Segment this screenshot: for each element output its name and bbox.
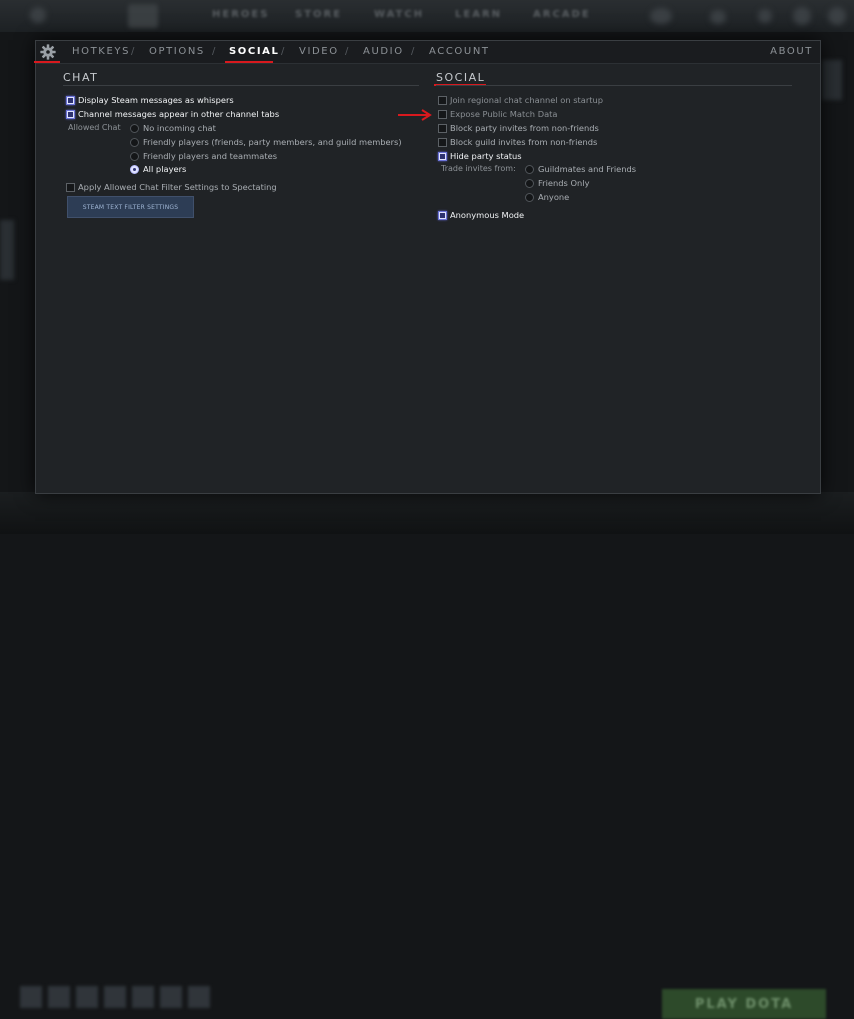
side-panel-right xyxy=(822,60,842,100)
checkbox-box[interactable] xyxy=(438,95,447,105)
social-section-title: SOCIAL xyxy=(436,71,486,84)
play-dota-button: PLAY DOTA xyxy=(662,989,826,1019)
side-panel-left xyxy=(0,220,14,280)
radio-dot[interactable] xyxy=(130,164,139,174)
chat-divider xyxy=(63,85,419,86)
radio-friendly-and-teammates[interactable]: Friendly players and teammates xyxy=(130,151,277,161)
checkbox-box[interactable] xyxy=(438,137,447,147)
steam-text-filter-button[interactable]: STEAM TEXT FILTER SETTINGS xyxy=(67,196,194,218)
tab-social[interactable]: SOCIAL xyxy=(229,46,279,57)
checkbox-label: Display Steam messages as whispers xyxy=(78,95,234,105)
radio-no-incoming-chat[interactable]: No incoming chat xyxy=(130,123,216,133)
checkbox-label: Apply Allowed Chat Filter Settings to Sp… xyxy=(78,182,277,192)
checkbox-box[interactable] xyxy=(438,210,447,220)
gear-underline-marker xyxy=(34,61,60,63)
tab-separator: / xyxy=(345,46,349,57)
radio-trade-friends-only[interactable]: Friends Only xyxy=(525,178,589,188)
settings-dialog: HOTKEYS / OPTIONS / SOCIAL / VIDEO / AUD… xyxy=(34,40,821,494)
join-regional-chat-checkbox[interactable]: Join regional chat channel on startup xyxy=(438,95,603,105)
nav-learn: LEARN xyxy=(455,9,503,20)
trade-invites-label: Trade invites from: xyxy=(441,164,516,173)
checkbox-label: Hide party status xyxy=(450,151,522,161)
checkbox-label: Anonymous Mode xyxy=(450,210,525,220)
radio-label: No incoming chat xyxy=(143,123,216,133)
social-divider xyxy=(436,85,792,86)
tab-separator: / xyxy=(131,46,135,57)
tab-separator: / xyxy=(212,46,216,57)
nav-arcade: ARCADE xyxy=(533,9,591,20)
radio-dot[interactable] xyxy=(525,178,534,188)
hide-party-status-checkbox[interactable]: Hide party status xyxy=(438,151,522,161)
block-guild-invites-checkbox[interactable]: Block guild invites from non-friends xyxy=(438,137,597,147)
radio-dot[interactable] xyxy=(130,137,139,147)
checkbox-label: Block party invites from non-friends xyxy=(450,123,599,133)
tab-hotkeys[interactable]: HOTKEYS xyxy=(72,46,130,57)
nav-heroes: HEROES xyxy=(212,9,270,20)
nav-store: STORE xyxy=(295,9,343,20)
radio-label: Guildmates and Friends xyxy=(538,164,637,174)
radio-dot[interactable] xyxy=(130,123,139,133)
tab-options[interactable]: OPTIONS xyxy=(149,46,205,57)
radio-label: Friendly players and teammates xyxy=(143,151,278,161)
radio-label: Friendly players (friends, party members… xyxy=(143,137,402,147)
party-slots xyxy=(20,986,210,1008)
chat-section-title: CHAT xyxy=(63,71,99,84)
tab-video[interactable]: VIDEO xyxy=(299,46,339,57)
tab-audio[interactable]: AUDIO xyxy=(363,46,404,57)
main-menu-bar: HEROES STORE WATCH LEARN ARCADE xyxy=(0,0,854,32)
dota-logo xyxy=(128,4,158,28)
anonymous-mode-checkbox[interactable]: Anonymous Mode xyxy=(438,210,524,220)
checkbox-label: Expose Public Match Data xyxy=(450,109,558,119)
settings-tab-bar: HOTKEYS / OPTIONS / SOCIAL / VIDEO / AUD… xyxy=(34,41,820,64)
profile-icon xyxy=(650,8,672,24)
social-tab-underline-marker xyxy=(225,61,273,63)
checkbox-box[interactable] xyxy=(438,151,447,161)
block-party-invites-checkbox[interactable]: Block party invites from non-friends xyxy=(438,123,599,133)
radio-label: Anyone xyxy=(538,192,570,202)
bottom-bar: PLAY DOTA xyxy=(0,492,854,1019)
nav-watch: WATCH xyxy=(374,9,425,20)
radio-friendly-players[interactable]: Friendly players (friends, party members… xyxy=(130,137,402,147)
checkbox-label: Block guild invites from non-friends xyxy=(450,137,598,147)
tab-account[interactable]: ACCOUNT xyxy=(429,46,490,57)
checkbox-label: Join regional chat channel on startup xyxy=(450,95,604,105)
tab-separator: / xyxy=(411,46,415,57)
radio-trade-guildmates-friends[interactable]: Guildmates and Friends xyxy=(525,164,636,174)
red-arrow-annotation xyxy=(398,109,432,121)
checkbox-label: Channel messages appear in other channel… xyxy=(78,109,280,119)
allowed-chat-label: Allowed Chat xyxy=(68,123,121,132)
checkbox-box[interactable] xyxy=(438,109,447,119)
radio-dot[interactable] xyxy=(525,192,534,202)
news-icon xyxy=(758,9,772,23)
settings-icon xyxy=(793,7,811,25)
checkbox-box[interactable] xyxy=(66,95,75,105)
radio-all-players[interactable]: All players xyxy=(130,164,186,174)
checkbox-box[interactable] xyxy=(66,109,75,119)
spectating-filter-checkbox[interactable]: Apply Allowed Chat Filter Settings to Sp… xyxy=(66,182,277,192)
radio-dot[interactable] xyxy=(525,164,534,174)
channel-tabs-checkbox[interactable]: Channel messages appear in other channel… xyxy=(66,109,279,119)
checkbox-box[interactable] xyxy=(438,123,447,133)
expose-public-match-data-checkbox[interactable]: Expose Public Match Data xyxy=(438,109,558,119)
gear-icon[interactable] xyxy=(39,43,57,61)
radio-label: All players xyxy=(143,164,187,174)
home-icon xyxy=(30,7,46,23)
about-link[interactable]: ABOUT xyxy=(770,46,813,57)
checkbox-box[interactable] xyxy=(66,182,75,192)
radio-trade-anyone[interactable]: Anyone xyxy=(525,192,569,202)
power-icon xyxy=(828,7,846,25)
display-whispers-checkbox[interactable]: Display Steam messages as whispers xyxy=(66,95,234,105)
tab-separator: / xyxy=(281,46,285,57)
friends-icon xyxy=(710,10,726,24)
radio-label: Friends Only xyxy=(538,178,590,188)
radio-dot[interactable] xyxy=(130,151,139,161)
